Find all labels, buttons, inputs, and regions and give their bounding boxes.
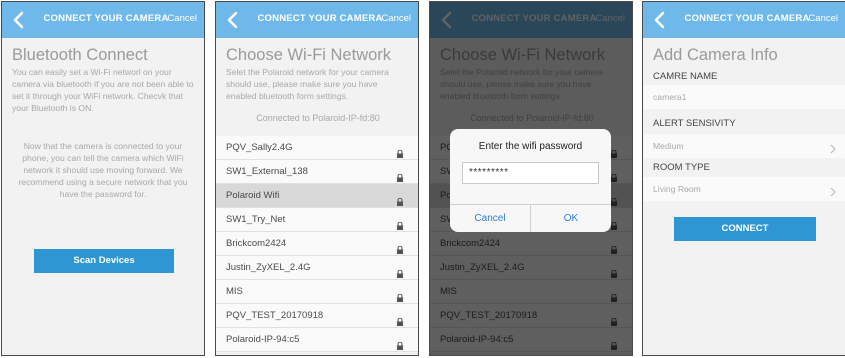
header-bar: CONNECT YOUR CAMERA Cancel <box>2 2 204 38</box>
lock-icon <box>396 336 404 350</box>
choose-network-screen: CONNECT YOUR CAMERA Cancel Choose Wi-Fi … <box>215 1 419 356</box>
lock-icon <box>396 264 404 278</box>
network-name: Polaroid Wifi <box>226 190 280 201</box>
lock-icon <box>396 216 404 230</box>
cancel-link[interactable]: Cancel <box>167 13 197 24</box>
alert-sensitivity-label: ALERT SENSIVITY <box>653 118 736 129</box>
lock-icon <box>396 144 404 158</box>
lock-icon <box>396 312 404 326</box>
network-item[interactable]: Justin_ZyXEL_2.4G <box>216 256 418 280</box>
network-item[interactable]: PQV_Sally2.4G <box>216 136 418 160</box>
dialog-title: Enter the wifi password <box>478 141 583 152</box>
connected-status: Connected to Polaroid-IP-fd:80 <box>256 113 380 123</box>
alert-sensitivity-select[interactable]: Medium <box>643 134 845 158</box>
page-title: Choose Wi-Fi Network <box>226 46 392 64</box>
chevron-right-icon <box>829 140 837 154</box>
lock-icon <box>396 240 404 254</box>
cancel-link[interactable]: Cancel <box>381 13 411 24</box>
connect-button[interactable]: CONNECT <box>674 217 816 241</box>
network-list: PQV_Sally2.4G SW1_External_138 Polaroid … <box>216 136 418 352</box>
chevron-right-icon <box>829 183 837 197</box>
network-name: Polaroid-IP-94:c5 <box>226 334 300 345</box>
network-name: PQV_TEST_20170918 <box>226 310 324 321</box>
room-type-label: ROOM TYPE <box>653 162 710 173</box>
network-name: MIS <box>226 286 243 297</box>
cancel-link[interactable]: Cancel <box>808 13 838 24</box>
header-bar: CONNECT YOUR CAMERA Cancel <box>216 2 418 38</box>
wifi-password-screen: CONNECT YOUR CAMERA Cancel Choose Wi-Fi … <box>429 1 633 356</box>
camera-name-label: CAMRE NAME <box>653 71 718 82</box>
room-type-select[interactable]: Living Room <box>643 177 845 201</box>
intro-text: You can easily set a Wi-Fi networl on yo… <box>12 67 194 113</box>
network-name: Brickcom2424 <box>226 238 287 249</box>
scan-devices-button[interactable]: Scan Devices <box>34 249 174 273</box>
lock-icon <box>396 288 404 302</box>
lock-icon <box>396 192 404 206</box>
header-bar: CONNECT YOUR CAMERA Cancel <box>643 2 845 38</box>
page-title: Bluetooth Connect <box>12 46 148 64</box>
network-item[interactable]: Brickcom2424 <box>216 232 418 256</box>
network-item[interactable]: SW1_External_138 <box>216 160 418 184</box>
intro-text: Selet the Polaroid network for your came… <box>226 67 389 101</box>
password-dialog: Enter the wifi password ********* Cancel… <box>450 129 611 232</box>
bluetooth-connect-screen: CONNECT YOUR CAMERA Cancel Bluetooth Con… <box>1 1 205 356</box>
page-title: Add Camera Info <box>653 46 778 64</box>
network-name: SW1_Try_Net <box>226 214 286 225</box>
dialog-cancel-button[interactable]: Cancel <box>450 205 530 232</box>
network-item[interactable]: MIS <box>216 280 418 304</box>
room-type-value: Living Room <box>653 184 701 194</box>
add-camera-info-screen: CONNECT YOUR CAMERA Cancel Add Camera In… <box>642 1 845 356</box>
dialog-ok-button[interactable]: OK <box>531 205 611 232</box>
network-item-selected[interactable]: Polaroid Wifi <box>216 184 418 208</box>
network-item[interactable]: Polaroid-IP-94:c5 <box>216 328 418 352</box>
lock-icon <box>396 168 404 182</box>
network-name: PQV_Sally2.4G <box>226 142 293 153</box>
network-item[interactable]: PQV_TEST_20170918 <box>216 304 418 328</box>
network-name: SW1_External_138 <box>226 166 308 177</box>
camera-name-input[interactable]: camera1 <box>643 85 845 109</box>
network-item[interactable]: SW1_Try_Net <box>216 208 418 232</box>
password-input[interactable]: ********* <box>462 162 599 184</box>
alert-sensitivity-value: Medium <box>653 141 684 151</box>
network-name: Justin_ZyXEL_2.4G <box>226 262 311 273</box>
info-text: Now that the camera is connected to your… <box>18 141 188 199</box>
